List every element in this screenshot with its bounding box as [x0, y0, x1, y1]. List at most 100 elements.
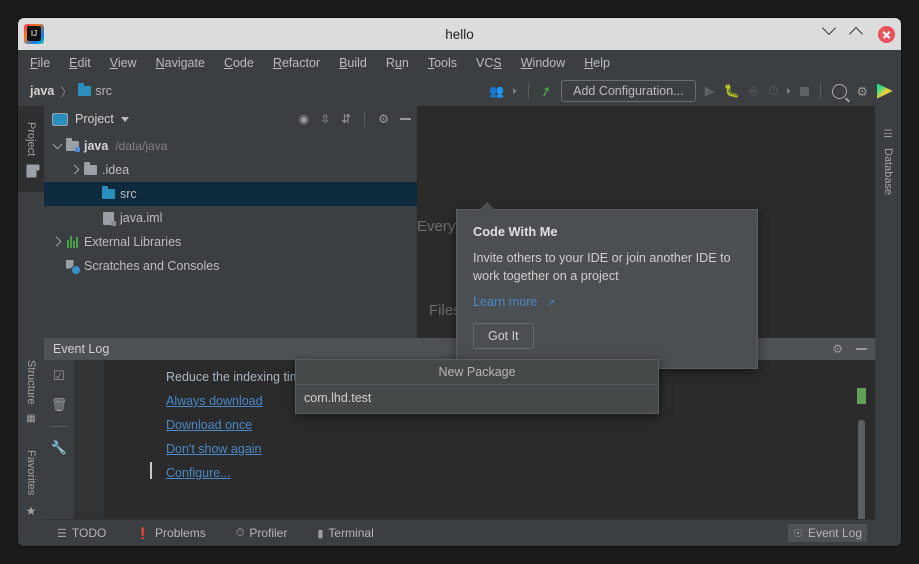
tree-row-java[interactable]: java /data/java [44, 134, 417, 158]
profile-dropdown-icon[interactable] [787, 88, 792, 94]
window-controls [821, 18, 895, 50]
chevron-right-icon-2[interactable] [51, 236, 64, 248]
ide-window: hello File Edit View Navigate Code Refac… [18, 18, 901, 546]
debug-icon[interactable]: 🐛 [724, 83, 740, 99]
search-icon[interactable] [832, 83, 848, 99]
event-log-icon: ☉ [793, 527, 803, 540]
structure-icon: ▦ [25, 412, 37, 424]
maximize-button[interactable] [848, 26, 865, 42]
menu-item-vcs[interactable]: VCS [476, 56, 502, 70]
sidebar-item-favorites-label: Favorites [25, 450, 37, 496]
chevron-down-icon[interactable] [52, 139, 64, 152]
menu-item-build[interactable]: Build [339, 56, 367, 70]
gear-icon[interactable]: ⚙ [378, 112, 389, 126]
trash-icon[interactable]: 🗑 [51, 397, 68, 413]
tree-row-idea[interactable]: .idea [44, 158, 417, 182]
tree-label-java-iml: java.iml [120, 211, 163, 225]
gear-icon[interactable]: ⚙ [832, 342, 843, 356]
people-icon[interactable]: 👥 [489, 84, 504, 98]
menu-item-navigate[interactable]: Navigate [156, 56, 205, 70]
menu-item-refactor[interactable]: Refactor [273, 56, 320, 70]
event-log-link-download-once[interactable]: Download once [166, 418, 252, 432]
menu-item-window[interactable]: Window [521, 56, 565, 70]
tool-window-button-todo[interactable]: ☰ TODO [52, 524, 111, 542]
event-log-link-always-download[interactable]: Always download [166, 394, 263, 408]
event-log-gutter [74, 360, 104, 520]
menu-item-code[interactable]: Code [224, 56, 254, 70]
tool-window-label-event-log: Event Log [807, 526, 862, 540]
coverage-icon[interactable]: ⎆ [749, 83, 759, 99]
expand-all-icon[interactable]: ⇳ [320, 112, 330, 126]
tree-row-java-iml[interactable]: java.iml [44, 206, 417, 230]
menu-item-help[interactable]: Help [584, 56, 610, 70]
module-icon [64, 138, 80, 152]
chevron-down-icon[interactable] [120, 116, 129, 122]
sidebar-item-database-label: Database [882, 147, 894, 196]
stop-icon[interactable] [800, 86, 810, 96]
tree-detail-java: /data/java [115, 139, 168, 153]
tool-window-button-terminal[interactable]: ▮ Terminal [312, 524, 378, 542]
chevron-down-icon [821, 20, 837, 36]
left-tool-stripe: Project Structure ▦ Favorites ★ [18, 106, 45, 546]
sidebar-item-project[interactable]: Project [18, 106, 44, 192]
sidebar-item-structure[interactable]: Structure ▦ [18, 344, 44, 440]
gear-icon[interactable]: ⚙ [856, 85, 868, 98]
sidebar-item-database[interactable]: ☲ Database [875, 114, 901, 210]
tool-window-label-problems: Problems [155, 526, 206, 540]
minus-icon[interactable] [400, 118, 411, 120]
menu-item-edit[interactable]: Edit [69, 56, 91, 70]
tree-row-src[interactable]: src [44, 182, 417, 206]
profile-icon[interactable]: ⏱ [768, 83, 778, 99]
wrench-icon[interactable]: 🔧 [51, 440, 67, 456]
chevron-down-icon[interactable] [513, 88, 518, 94]
tree-row-external-libraries[interactable]: External Libraries [44, 230, 417, 254]
run-icon[interactable]: ▶ [705, 83, 715, 99]
tree-spacer-3 [52, 260, 64, 272]
tree-row-scratches[interactable]: Scratches and Consoles [44, 254, 417, 278]
plugin-icon[interactable] [877, 83, 893, 99]
breadcrumb-separator: 〉 [60, 84, 73, 99]
project-tree: java /data/java .idea src java.iml Exter… [44, 132, 417, 278]
checkbox-icon[interactable]: ☑ [53, 368, 65, 384]
sidebar-item-favorites[interactable]: Favorites ★ [18, 436, 44, 532]
close-button[interactable] [878, 25, 895, 43]
run-configuration-selector[interactable]: Add Configuration... [561, 80, 696, 102]
scratches-icon [64, 259, 80, 274]
collapse-all-icon[interactable]: ⇵ [341, 112, 351, 126]
hammer-icon[interactable]: ➚ [538, 81, 555, 101]
event-log-tool-buttons: ☑ 🗑 🔧 [44, 360, 74, 520]
menu-bar: File Edit View Navigate Code Refactor Bu… [18, 50, 901, 76]
toolbar-divider-2 [820, 83, 822, 99]
chevron-right-icon[interactable] [69, 164, 82, 176]
new-package-name-input[interactable]: com.lhd.test [296, 385, 658, 412]
tree-label-java: java [84, 139, 109, 153]
tool-window-button-problems[interactable]: ❗ Problems [131, 524, 210, 542]
project-icon [52, 112, 68, 126]
event-log-scrollbar[interactable] [858, 420, 865, 520]
main-toolbar: 👥 ➚ Add Configuration... ▶ 🐛 ⎆ ⏱ ⚙ [489, 76, 893, 106]
tool-window-button-profiler[interactable]: ⏱ Profiler [231, 524, 293, 542]
code-with-me-body: Invite others to your IDE or join anothe… [473, 251, 731, 283]
got-it-button[interactable]: Got It [473, 323, 534, 349]
minimize-button[interactable] [821, 20, 838, 41]
menu-item-file[interactable]: File [30, 56, 50, 70]
window-title: hello [445, 26, 474, 42]
text-caret [150, 462, 152, 479]
breadcrumb-item-src[interactable]: src [95, 84, 112, 98]
menu-item-run[interactable]: Run [386, 56, 409, 70]
learn-more-link[interactable]: Learn more [473, 295, 537, 309]
tool-window-label-todo: TODO [71, 526, 107, 540]
panel-divider [364, 111, 366, 127]
event-log-link-configure[interactable]: Configure... [166, 466, 231, 480]
menu-item-tools[interactable]: Tools [428, 56, 457, 70]
breadcrumb-item-java[interactable]: java [30, 84, 54, 98]
event-log-link-dont-show-again[interactable]: Don't show again [166, 442, 262, 456]
tree-spacer-2 [88, 212, 100, 224]
new-package-dialog: New Package com.lhd.test [295, 359, 659, 414]
minus-icon[interactable] [856, 348, 867, 350]
menu-item-view[interactable]: View [110, 56, 137, 70]
tool-window-button-event-log[interactable]: ☉ Event Log [788, 524, 867, 542]
target-icon[interactable]: ◉ [299, 112, 309, 126]
libraries-icon [64, 236, 80, 248]
